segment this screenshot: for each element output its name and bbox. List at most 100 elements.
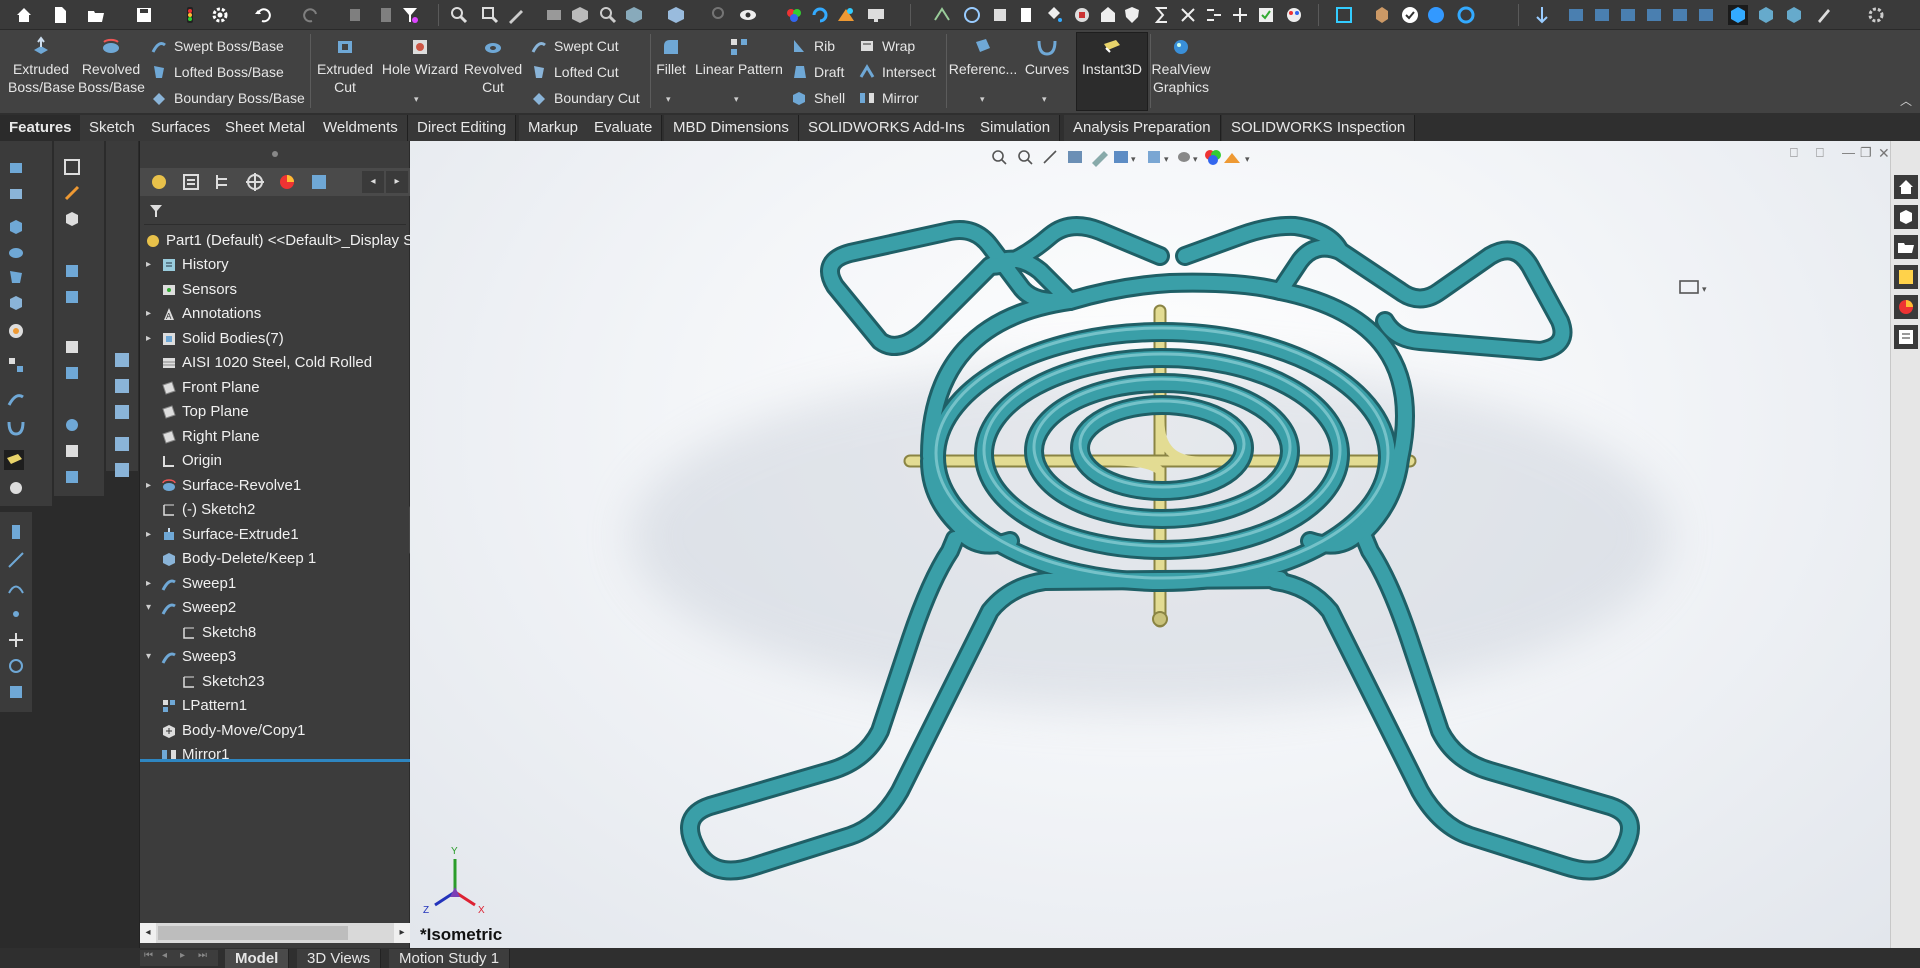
boss-icon[interactable] [6, 217, 26, 237]
sketch-tool-6-icon[interactable] [62, 337, 82, 357]
tree-filter[interactable] [144, 199, 406, 225]
side-tool-1-icon[interactable] [112, 350, 132, 370]
feature-tree-tab-icon[interactable] [148, 171, 174, 193]
rotate-view-icon[interactable] [810, 5, 830, 25]
graphics-viewport[interactable]: ▾ ▾ ▾ ▾ ▾ ⎕ ⎕ — ❐ ✕ Y X Z *Isometric [410, 141, 1890, 948]
zoom-area-icon[interactable] [480, 5, 500, 25]
redo-icon[interactable] [300, 5, 320, 25]
measure-icon[interactable] [962, 5, 982, 25]
horizontal-scrollbar[interactable]: ◂ ▸ [140, 923, 410, 943]
fillet-button[interactable]: Fillet [652, 36, 690, 78]
resources-pane-icon[interactable] [1894, 205, 1918, 229]
property-manager-tab-icon[interactable] [180, 171, 206, 193]
expand-arrow-icon[interactable]: ▸ [146, 474, 158, 498]
spline-tool-icon[interactable] [6, 578, 26, 598]
view-right-icon[interactable] [1644, 5, 1664, 25]
open-icon[interactable] [86, 5, 106, 25]
swept-boss-button[interactable]: Swept Boss/Base [150, 35, 284, 57]
selection-filter-icon[interactable] [400, 5, 420, 25]
display-monitor-icon[interactable] [866, 5, 886, 25]
hide-show-icon[interactable] [738, 5, 758, 25]
view-trimetric-icon[interactable] [1756, 5, 1776, 25]
tree-item[interactable]: AISI 1020 Steel, Cold Rolled [140, 351, 410, 375]
scene-icon[interactable] [836, 5, 856, 25]
note-icon[interactable] [1016, 5, 1036, 25]
configuration-tab-icon[interactable] [212, 171, 238, 193]
normal-to-icon[interactable] [1532, 5, 1552, 25]
tree-item[interactable]: (-) Sketch2 [140, 498, 410, 522]
lofted-boss-button[interactable]: Lofted Boss/Base [150, 61, 284, 83]
first-tab-icon[interactable]: ⏮ [144, 950, 153, 961]
wrap-button[interactable]: Wrap [858, 35, 915, 57]
arrows-icon[interactable] [1230, 5, 1250, 25]
view-front-icon[interactable] [1566, 5, 1586, 25]
side-tool-3-icon[interactable] [112, 402, 132, 422]
tree-item[interactable]: ▸ History [140, 253, 410, 277]
instant3d-tool-icon[interactable] [4, 450, 24, 470]
last-tab-icon[interactable]: ⏭ [198, 950, 207, 961]
sketch-tool-5-icon[interactable] [62, 287, 82, 307]
home-icon[interactable] [14, 5, 34, 25]
scroll-right-arrow-icon[interactable]: ▸ [394, 923, 410, 943]
sync-icon[interactable] [1456, 5, 1476, 25]
chevron-down-icon[interactable]: ▾ [980, 94, 985, 105]
expand-arrow-icon[interactable]: ▸ [146, 253, 158, 277]
view-back-icon[interactable] [1592, 5, 1612, 25]
line-tool-icon[interactable] [6, 550, 26, 570]
tree-item[interactable]: Front Plane [140, 376, 410, 400]
mirror-button[interactable]: Mirror [858, 87, 919, 109]
next-tab-icon[interactable]: ▸ [180, 950, 185, 961]
revolved-cut-button[interactable]: Revolved Cut [462, 36, 524, 96]
sketch-tool-7-icon[interactable] [62, 363, 82, 383]
palette-icon[interactable] [1284, 5, 1304, 25]
tree-item[interactable]: Body-Move/Copy1 [140, 719, 410, 743]
rebuild-icon[interactable] [180, 5, 200, 25]
globe-icon[interactable] [1426, 5, 1446, 25]
prev-tab-icon[interactable]: ◂ [162, 950, 167, 961]
copy-icon[interactable] [346, 5, 366, 25]
view-cube-icon[interactable] [666, 5, 686, 25]
stop-icon[interactable] [1072, 5, 1092, 25]
tree-item[interactable]: ▾ Sweep3 [140, 645, 410, 669]
chevron-down-icon[interactable]: ▾ [414, 94, 419, 105]
view-palette-pane-icon[interactable] [1894, 265, 1918, 289]
tag-icon[interactable] [1098, 5, 1118, 25]
brush-icon[interactable] [1814, 5, 1834, 25]
tab-evaluate[interactable]: Evaluate [585, 115, 663, 141]
tree-item[interactable]: ▸ Sweep1 [140, 572, 410, 596]
side-tool-4-icon[interactable] [112, 434, 132, 454]
tab-sheet-metal[interactable]: Sheet Metal [216, 115, 316, 141]
point-tool-icon[interactable] [6, 604, 26, 624]
revolved-boss-button[interactable]: Revolved Boss/Base [78, 36, 145, 96]
realview-tool-icon[interactable] [6, 478, 26, 498]
file-explorer-pane-icon[interactable] [1894, 235, 1918, 259]
expand-arrow-icon[interactable]: ▾ [146, 645, 158, 669]
appearances-pane-icon[interactable] [1894, 295, 1918, 319]
tab-model[interactable]: Model [225, 949, 290, 968]
scroll-left-arrow-icon[interactable]: ◂ [140, 923, 156, 943]
linear-pattern-button[interactable]: Linear Pattern [694, 36, 784, 78]
display-style-icon[interactable] [624, 5, 644, 25]
scroll-left-icon[interactable]: ◂ [362, 171, 384, 193]
expand-arrow-icon[interactable]: ▸ [146, 327, 158, 351]
realview-graphics-button[interactable]: RealView Graphics [1150, 36, 1212, 96]
boundary-boss-button[interactable]: Boundary Boss/Base [150, 87, 305, 109]
draft-button[interactable]: Draft [790, 61, 844, 83]
scroll-right-icon[interactable]: ▸ [386, 171, 408, 193]
paint-bucket-icon[interactable] [1044, 5, 1064, 25]
sketch-tool-10-icon[interactable] [62, 467, 82, 487]
tree-item[interactable]: LPattern1 [140, 694, 410, 718]
section-view-icon[interactable] [544, 5, 564, 25]
view-left-icon[interactable] [1618, 5, 1638, 25]
loft-icon[interactable] [6, 267, 26, 287]
tree-item[interactable]: Sketch23 [140, 670, 410, 694]
tab-solidworks-inspection[interactable]: SOLIDWORKS Inspection [1222, 115, 1416, 141]
gear-settings-icon[interactable] [1866, 5, 1886, 25]
shell-button[interactable]: Shell [790, 87, 845, 109]
tab-weldments[interactable]: Weldments [314, 115, 408, 141]
home-pane-icon[interactable] [1894, 175, 1918, 199]
chevron-down-icon[interactable]: ▾ [734, 94, 739, 105]
sweep-tool-icon[interactable] [6, 389, 26, 409]
scroll-thumb[interactable] [158, 926, 348, 940]
extrude-icon[interactable] [6, 157, 26, 177]
